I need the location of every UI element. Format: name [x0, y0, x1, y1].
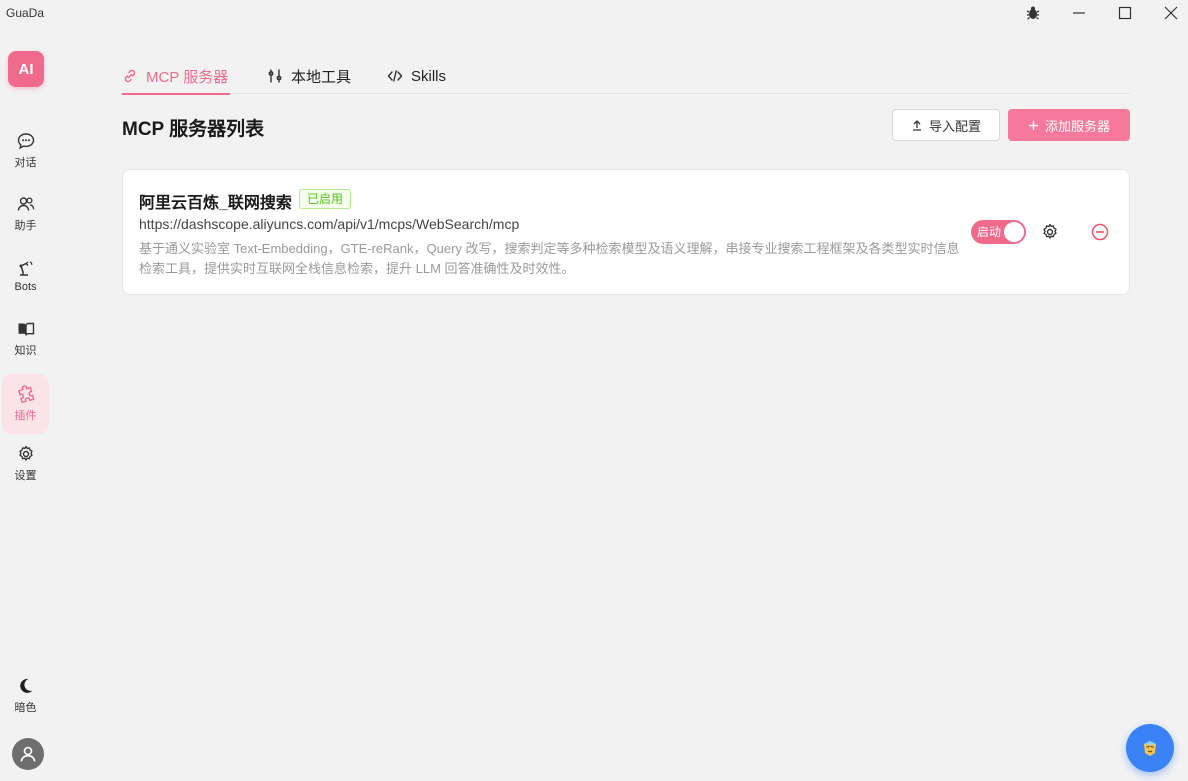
app-title: GuaDa — [6, 6, 45, 20]
minus-circle-icon — [1091, 223, 1109, 241]
users-icon — [17, 197, 34, 211]
sidebar: AI 对话 助手 Bots 知识 插件 设置 暗色 — [0, 28, 52, 781]
server-settings-button[interactable] — [1039, 221, 1061, 243]
theme-toggle-label: 暗色 — [14, 702, 37, 714]
minimize-icon[interactable] — [1067, 2, 1091, 24]
add-server-button[interactable]: 添加服务器 — [1008, 109, 1130, 141]
mascot-icon — [1144, 741, 1156, 756]
import-config-label: 导入配置 — [928, 118, 981, 134]
tab-label: 本地工具 — [291, 68, 352, 86]
sidebar-item-assistant[interactable]: 助手 — [2, 184, 49, 244]
status-badge: 已启用 — [299, 189, 352, 209]
sidebar-item-bots[interactable]: Bots — [2, 246, 49, 306]
sidebar-item-label: 设置 — [14, 470, 37, 482]
sidebar-item-label: 知识 — [14, 345, 37, 357]
code-icon — [387, 70, 403, 82]
theme-toggle[interactable]: 暗色 — [2, 666, 49, 726]
tab-mcp-servers[interactable]: MCP 服务器 — [122, 58, 230, 95]
avatar[interactable] — [12, 738, 44, 770]
sidebar-item-settings[interactable]: 设置 — [2, 434, 49, 494]
puzzle-icon — [17, 385, 34, 403]
chat-bubble-icon — [17, 133, 34, 150]
bug-icon[interactable] — [1021, 2, 1045, 24]
sidebar-item-label: Bots — [14, 281, 37, 293]
tools-icon — [268, 69, 282, 83]
user-icon — [20, 746, 36, 762]
server-enable-toggle[interactable]: 启动 — [971, 220, 1026, 244]
sidebar-item-label: 插件 — [14, 410, 37, 422]
tab-local-tools[interactable]: 本地工具 — [267, 58, 351, 94]
page-title: MCP 服务器列表 — [122, 119, 265, 140]
maximize-icon[interactable] — [1113, 2, 1137, 24]
toggle-knob — [1004, 222, 1024, 242]
server-card: 阿里云百炼_联网搜索 已启用 https://dashscope.aliyunc… — [122, 169, 1130, 295]
link-icon — [124, 69, 136, 83]
moon-icon — [19, 678, 32, 693]
server-name: 阿里云百炼_联网搜索 — [139, 195, 292, 212]
tab-label: Skills — [411, 67, 447, 85]
add-server-label: 添加服务器 — [1044, 118, 1110, 134]
server-description: 基于通义实验室 Text-Embedding，GTE-reRank，Query … — [139, 241, 960, 276]
sidebar-item-knowledge[interactable]: 知识 — [2, 309, 49, 369]
upload-icon — [912, 120, 921, 131]
sidebar-item-label: 助手 — [14, 220, 37, 232]
assistant-fab[interactable] — [1126, 724, 1174, 772]
gear-icon — [1043, 223, 1057, 239]
title-bar: GuaDa — [0, 0, 1188, 28]
sidebar-item-chat[interactable]: 对话 — [2, 121, 49, 181]
tab-bar: MCP 服务器 本地工具 Skills — [122, 58, 1130, 95]
app-logo[interactable]: AI — [8, 51, 44, 87]
server-delete-button[interactable] — [1089, 221, 1111, 243]
toggle-label: 启动 — [977, 225, 1002, 239]
sidebar-item-label: 对话 — [14, 157, 37, 169]
plus-icon — [1028, 120, 1038, 130]
tab-label: MCP 服务器 — [146, 68, 229, 86]
import-config-button[interactable]: 导入配置 — [892, 109, 1000, 141]
book-icon — [18, 322, 34, 336]
server-url: https://dashscope.aliyuncs.com/api/v1/mc… — [139, 216, 520, 232]
tab-skills[interactable]: Skills — [387, 58, 446, 94]
sidebar-item-plugins[interactable]: 插件 — [2, 374, 49, 434]
close-icon[interactable] — [1159, 2, 1183, 24]
gear-icon — [18, 445, 33, 461]
robot-arm-icon — [19, 261, 32, 276]
